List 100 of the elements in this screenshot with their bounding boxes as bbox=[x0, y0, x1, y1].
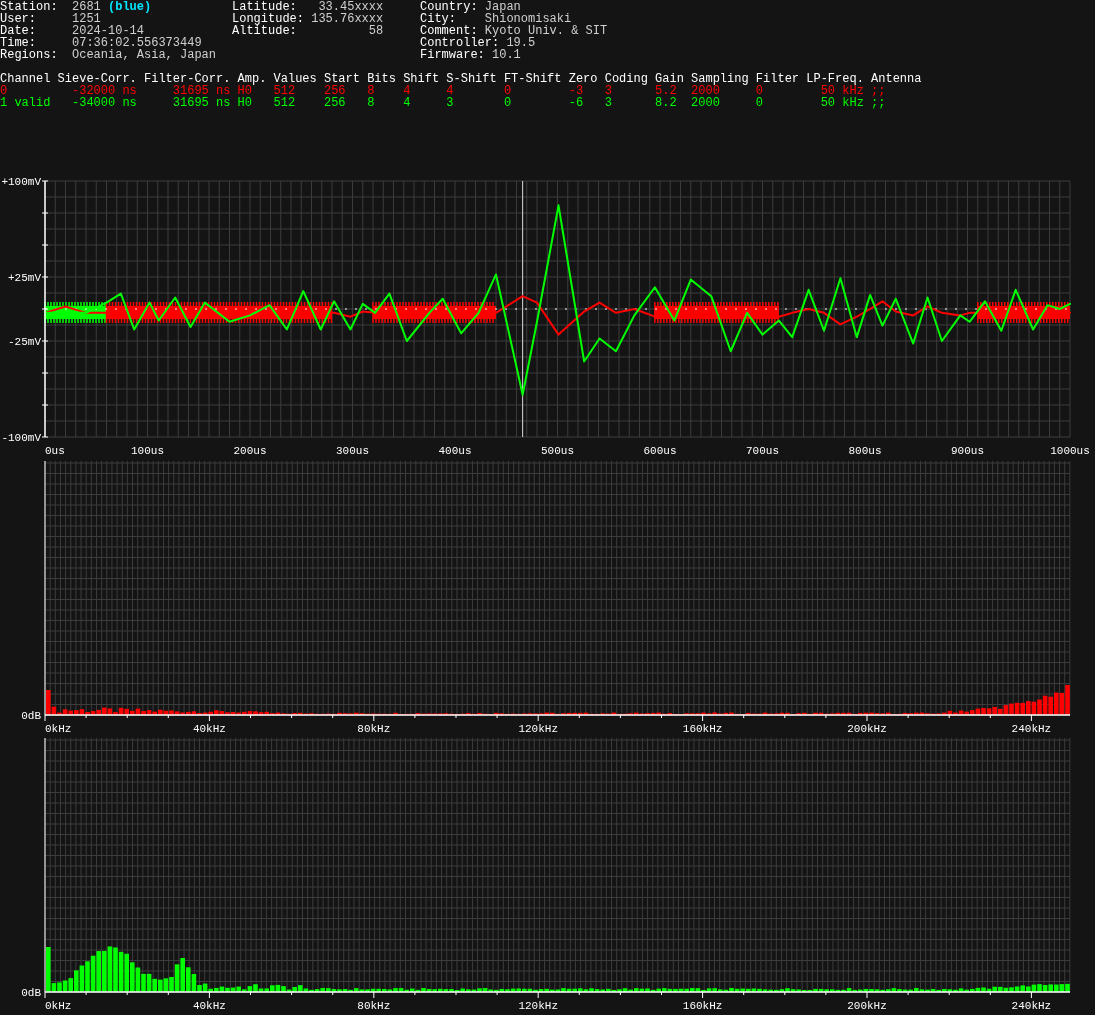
field-value: Japan bbox=[484, 1, 521, 13]
x-tick-label: 700us bbox=[746, 444, 779, 457]
field-label: Altitude: bbox=[232, 25, 297, 37]
table-cell-text: 50 kHz bbox=[820, 85, 864, 97]
x-tick-label: 400us bbox=[438, 444, 472, 457]
column-header: FT-Shift bbox=[503, 73, 562, 85]
x-tick-label: 80kHz bbox=[357, 1000, 391, 1013]
field-value: 33.45xxxx bbox=[318, 1, 384, 13]
column-header: Zero bbox=[568, 73, 598, 85]
table-cell-text: 256 bbox=[323, 85, 347, 97]
y-tick-label: 0dB bbox=[21, 709, 41, 722]
x-tick-label: 80kHz bbox=[357, 722, 391, 735]
column-header: Sampling bbox=[691, 73, 749, 85]
field-label: Time: bbox=[0, 37, 36, 49]
x-tick-label: 240kHz bbox=[1011, 722, 1052, 735]
table-cell-text: 3 bbox=[604, 85, 612, 97]
column-header: Channel bbox=[0, 73, 51, 85]
x-tick-label: 200kHz bbox=[847, 722, 887, 735]
column-header: Gain bbox=[655, 73, 684, 85]
table-cell-text: 0 bbox=[0, 85, 9, 97]
column-header: Values bbox=[273, 73, 317, 85]
x-tick-label: 0kHz bbox=[45, 722, 72, 735]
field-value: 58 bbox=[367, 25, 384, 37]
table-cell-text: 3 bbox=[604, 97, 613, 109]
table-cell-text: 8 bbox=[367, 97, 376, 109]
table-cell-text: H0 bbox=[237, 97, 253, 109]
column-header: Shift bbox=[403, 73, 440, 85]
field-label: Date: bbox=[0, 25, 37, 37]
table-cell-text: 5.2 bbox=[655, 85, 678, 97]
table-cell-text: 8 bbox=[367, 85, 376, 97]
column-header: Coding bbox=[604, 73, 648, 85]
table-cell-text: 31695 ns bbox=[171, 97, 231, 109]
field-label: Latitude: bbox=[232, 1, 297, 13]
field-label: City: bbox=[420, 13, 456, 25]
table-cell-text: 512 bbox=[273, 97, 297, 109]
field-label: Longitude: bbox=[232, 13, 305, 25]
x-tick-label: 40kHz bbox=[192, 722, 226, 735]
column-header: Filter-Corr. bbox=[144, 73, 231, 85]
table-cell-text: -3 bbox=[568, 85, 585, 97]
table-cell-text: 0 bbox=[755, 97, 765, 109]
table-cell-text: H0 bbox=[237, 85, 252, 97]
y-tick-label: -100mV bbox=[1, 431, 41, 444]
x-tick-label: 800us bbox=[848, 444, 882, 457]
table-cell-text: 512 bbox=[273, 85, 297, 97]
x-tick-label: 0kHz bbox=[45, 1000, 72, 1013]
x-tick-label: 160kHz bbox=[682, 722, 723, 735]
table-cell-text: 31695 ns bbox=[171, 85, 231, 97]
field-value: 19.5 bbox=[506, 37, 536, 49]
field-label: Firmware: bbox=[420, 49, 485, 61]
table-cell-text: 0 bbox=[503, 85, 513, 97]
field-value: Kyoto Univ. & SIT bbox=[484, 25, 608, 37]
table-cell-text: 3 bbox=[446, 97, 455, 109]
column-header: Start bbox=[323, 73, 360, 85]
table-cell-text: 2000 bbox=[691, 97, 721, 109]
column-header: Antenna bbox=[871, 73, 922, 85]
table-cell-text: 4 bbox=[403, 85, 412, 97]
y-tick-label: +25mV bbox=[8, 271, 41, 284]
y-tick-label: +100mV bbox=[1, 175, 41, 188]
column-header: Amp. bbox=[237, 73, 267, 85]
y-tick-label: 0dB bbox=[21, 987, 41, 1000]
table-cell-text: -6 bbox=[568, 97, 585, 109]
table-cell-text: 0 bbox=[755, 85, 765, 97]
field-label: Regions: bbox=[0, 49, 59, 61]
column-header: Sieve-Corr. bbox=[57, 73, 137, 85]
x-tick-label: 120kHz bbox=[518, 722, 558, 735]
field-value: 07:36:02.556373449 bbox=[72, 37, 202, 49]
station-tag: (blue) bbox=[108, 1, 152, 13]
table-cell-text: 4 bbox=[446, 85, 455, 97]
field-value: Shionomisaki bbox=[484, 13, 572, 25]
x-tick-label: 240kHz bbox=[1011, 1000, 1052, 1013]
x-tick-label: 100us bbox=[131, 444, 164, 457]
table-cell-text: 256 bbox=[323, 97, 347, 109]
field-value: 2024-10-14 bbox=[72, 25, 144, 37]
table-cell-text: 2000 bbox=[691, 85, 720, 97]
field-value: 10.1 bbox=[492, 49, 521, 61]
table-cell-text: 8.2 bbox=[655, 97, 678, 109]
y-tick-label: -25mV bbox=[8, 335, 41, 348]
x-tick-label: 1000us bbox=[1050, 444, 1090, 457]
table-cell-text: -32000 ns bbox=[71, 85, 137, 97]
x-tick-label: 600us bbox=[643, 444, 677, 457]
table-cell-text: 4 bbox=[403, 97, 412, 109]
field-label: Comment: bbox=[420, 25, 478, 37]
table-cell-text: 50 kHz bbox=[819, 97, 864, 109]
x-tick-label: 500us bbox=[541, 444, 574, 457]
table-cell-text: ;; bbox=[871, 97, 887, 109]
table-cell-text: -34000 ns bbox=[71, 97, 137, 109]
field-value: 135.76xxxx bbox=[311, 13, 384, 25]
field-value: 1251 bbox=[72, 13, 101, 25]
x-tick-label: 120kHz bbox=[518, 1000, 558, 1013]
x-tick-label: 0us bbox=[45, 444, 65, 457]
column-header: Bits bbox=[367, 73, 396, 85]
table-cell-text: ;; bbox=[871, 85, 887, 97]
column-header: Filter bbox=[755, 73, 800, 85]
field-label: Country: bbox=[420, 1, 478, 13]
field-value: Oceania, Asia, Japan bbox=[72, 49, 217, 61]
column-header: S-Shift bbox=[446, 73, 497, 85]
field-label: Controller: bbox=[420, 37, 500, 49]
table-cell-text: 0 bbox=[503, 97, 513, 109]
field-label: User: bbox=[0, 13, 37, 25]
x-tick-label: 900us bbox=[951, 444, 984, 457]
